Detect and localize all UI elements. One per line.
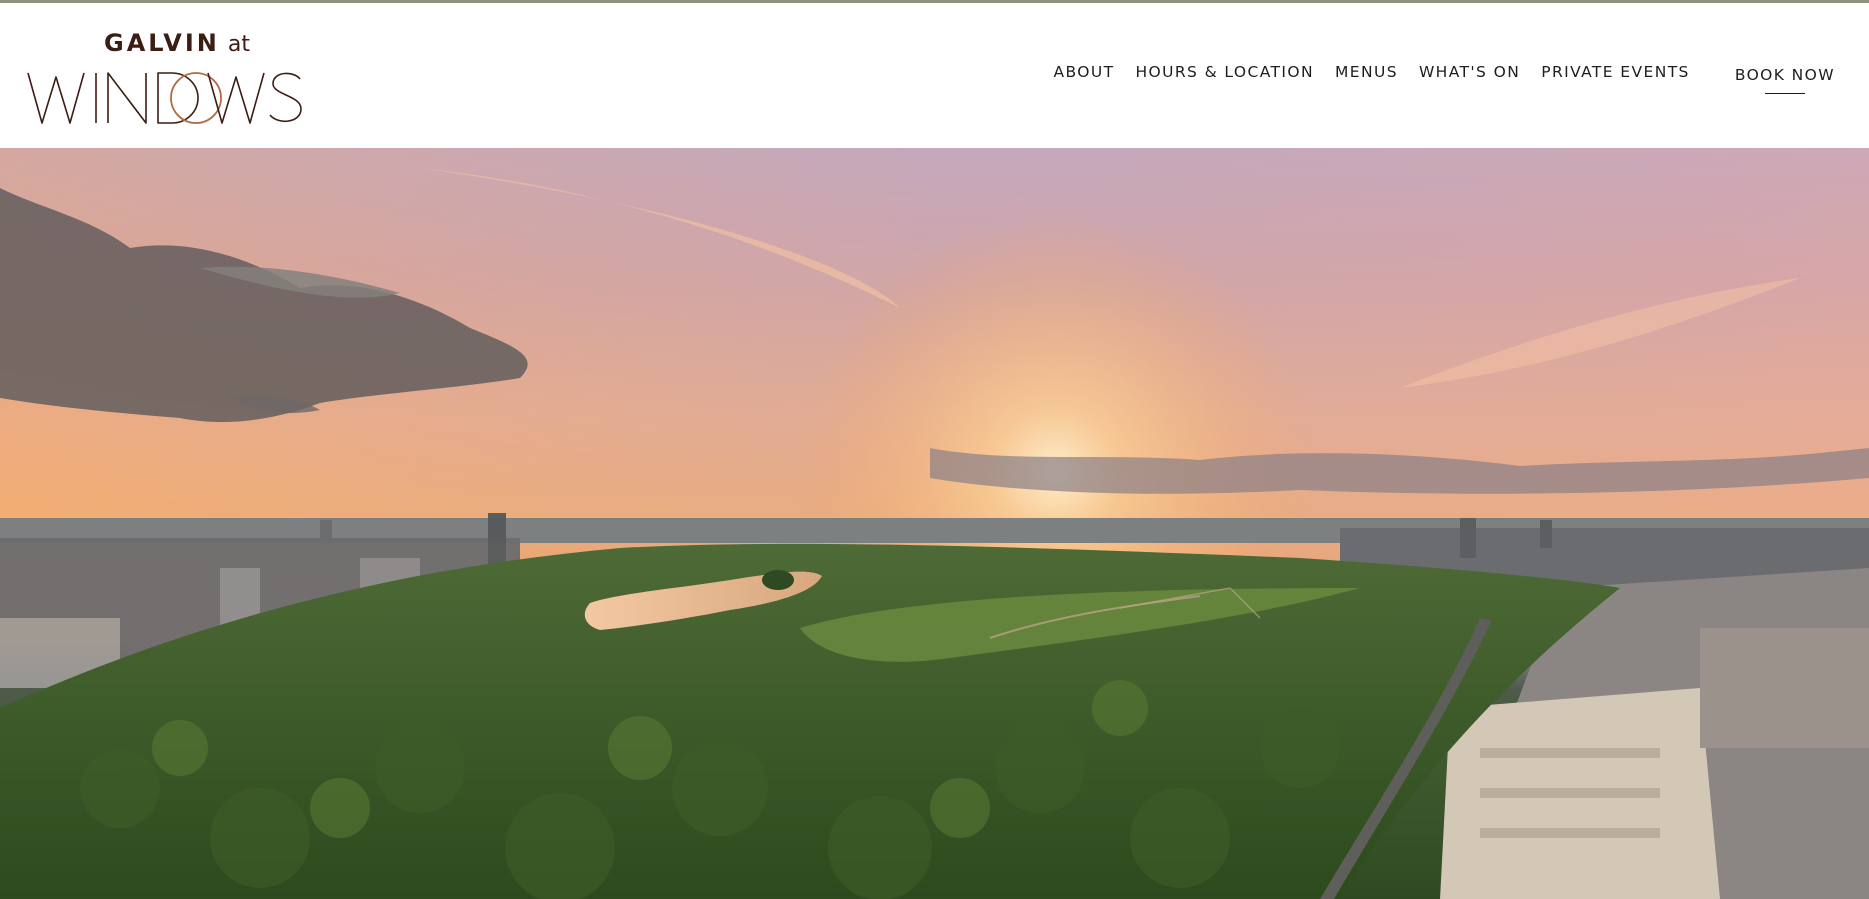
main-navigation: ABOUT HOURS & LOCATION MENUS WHAT'S ON P… [1033, 63, 1836, 94]
nav-link-hours-location[interactable]: HOURS & LOCATION [1135, 63, 1314, 81]
nav-link-whats-on[interactable]: WHAT'S ON [1419, 63, 1520, 81]
site-header: GALVIN at ABOUT HOURS & LOCATION MENUS W… [0, 3, 1869, 148]
book-now-button[interactable]: BOOK NOW [1735, 66, 1835, 94]
logo-top-line: GALVIN at [104, 29, 250, 57]
logo-at-text: at [227, 32, 250, 57]
hero-scene-illustration [0, 148, 1869, 899]
nav-link-menus[interactable]: MENUS [1335, 63, 1398, 81]
book-now-underline [1764, 93, 1805, 94]
brand-logo[interactable]: GALVIN at [26, 25, 326, 125]
logo-windows-wordmark [27, 72, 302, 124]
hero-panorama-image [0, 148, 1869, 899]
book-now-label: BOOK NOW [1734, 66, 1835, 84]
logo-galvin-text: GALVIN [104, 29, 220, 57]
nav-link-private-events[interactable]: PRIVATE EVENTS [1541, 63, 1690, 81]
nav-link-about[interactable]: ABOUT [1054, 63, 1115, 81]
lake-island [762, 570, 794, 590]
